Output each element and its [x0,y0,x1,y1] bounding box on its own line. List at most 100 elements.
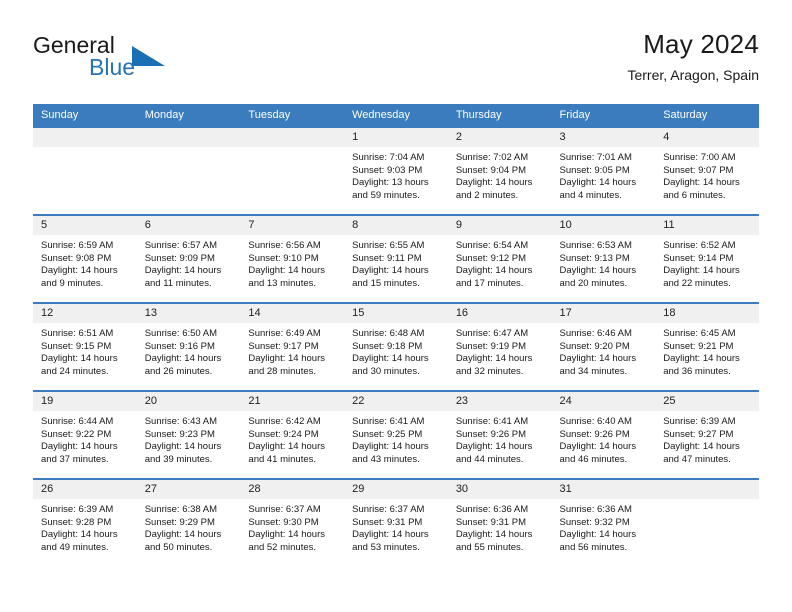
calendar-day-cell[interactable]: 20 Sunrise: 6:43 AM Sunset: 9:23 PM Dayligh… [136,390,241,479]
day-number: 23 [447,392,552,411]
daylight-duration-line2: and 28 minutes. [248,365,317,377]
day-cell-inner: 22 Sunrise: 6:41 AM Sunset: 9:25 PM Dayligh… [344,392,448,478]
day-number [655,480,759,499]
daylight-duration-line2: and 32 minutes. [455,365,524,377]
calendar-day-cell[interactable]: 9 Sunrise: 6:54 AM Sunset: 9:12 PM Daylight… [447,214,552,303]
calendar-day-cell[interactable]: 2 Sunrise: 7:02 AM Sunset: 9:04 PM Daylight… [447,126,552,215]
day-number: 14 [240,304,345,323]
day-number: 8 [344,216,448,235]
day-number: 19 [33,392,137,411]
calendar-day-cell[interactable]: 29 Sunrise: 6:37 AM Sunset: 9:31 PM Dayligh… [344,478,448,567]
calendar-day-cell[interactable]: 31 Sunrise: 6:36 AM Sunset: 9:32 PM Dayligh… [551,478,656,567]
sunset-time: Sunset: 9:31 PM [352,516,423,528]
calendar-day-cell[interactable]: 19 Sunrise: 6:44 AM Sunset: 9:22 PM Dayligh… [33,390,137,479]
weekday-header-thursday: Thursday [447,104,552,127]
day-cell-inner: 23 Sunrise: 6:41 AM Sunset: 9:26 PM Dayligh… [447,392,552,478]
calendar-day-cell[interactable]: 12 Sunrise: 6:51 AM Sunset: 9:15 PM Dayligh… [33,302,137,391]
day-cell-details: Sunrise: 6:36 AM Sunset: 9:31 PM Daylight:… [448,499,552,554]
daylight-duration-line2: and 53 minutes. [352,541,420,553]
daylight-duration-line1: Daylight: 14 hours [559,441,637,453]
day-number: 30 [447,480,552,499]
sunset-time: Sunset: 9:30 PM [248,516,319,528]
day-number: 18 [655,304,759,323]
sunrise-time: Sunrise: 6:47 AM [455,328,529,339]
calendar-day-cell[interactable]: 26 Sunrise: 6:39 AM Sunset: 9:28 PM Dayligh… [33,478,137,567]
day-cell-inner: 12 Sunrise: 6:51 AM Sunset: 9:15 PM Dayligh… [33,304,137,390]
calendar-day-cell[interactable]: 28 Sunrise: 6:37 AM Sunset: 9:30 PM Dayligh… [240,478,345,567]
day-cell-details: Sunrise: 6:42 AM Sunset: 9:24 PM Daylight:… [240,411,344,466]
day-cell-details: Sunrise: 6:37 AM Sunset: 9:31 PM Daylight:… [344,499,448,554]
calendar-day-cell[interactable]: 8 Sunrise: 6:55 AM Sunset: 9:11 PM Daylight… [344,214,448,303]
day-number: 1 [344,128,448,147]
daylight-duration-line2: and 22 minutes. [663,277,731,289]
sunset-time: Sunset: 9:32 PM [559,516,630,528]
calendar-day-cell[interactable]: 24 Sunrise: 6:40 AM Sunset: 9:26 PM Dayligh… [551,390,656,479]
calendar-day-cell[interactable]: 5 Sunrise: 6:59 AM Sunset: 9:08 PM Daylight… [33,214,137,303]
calendar-day-cell[interactable]: 7 Sunrise: 6:56 AM Sunset: 9:10 PM Daylight… [240,214,345,303]
calendar-day-cell[interactable]: 30 Sunrise: 6:36 AM Sunset: 9:31 PM Dayligh… [447,478,552,567]
calendar-day-cell[interactable]: 22 Sunrise: 6:41 AM Sunset: 9:25 PM Dayligh… [344,390,448,479]
day-number: 10 [551,216,656,235]
day-cell-inner: 28 Sunrise: 6:37 AM Sunset: 9:30 PM Dayligh… [240,480,345,566]
day-cell-details: Sunrise: 6:39 AM Sunset: 9:27 PM Daylight:… [655,411,759,466]
day-number: 22 [344,392,448,411]
day-cell-details: Sunrise: 6:55 AM Sunset: 9:11 PM Daylight:… [344,235,448,290]
day-cell-inner: 14 Sunrise: 6:49 AM Sunset: 9:17 PM Dayligh… [240,304,345,390]
sunrise-time: Sunrise: 6:38 AM [144,504,218,515]
calendar-day-cell[interactable]: 16 Sunrise: 6:47 AM Sunset: 9:19 PM Dayligh… [447,302,552,391]
calendar-day-cell-empty [655,478,759,567]
calendar-day-cell[interactable]: 4 Sunrise: 7:00 AM Sunset: 9:07 PM Daylight… [655,126,759,215]
general-blue-logo[interactable]: General Blue [33,32,233,88]
sunrise-time: Sunrise: 6:51 AM [41,328,114,339]
day-cell-inner: 5 Sunrise: 6:59 AM Sunset: 9:08 PM Daylight… [33,216,137,302]
logo-triangle-icon [132,46,165,66]
day-number [136,128,241,147]
day-cell-details: Sunrise: 6:57 AM Sunset: 9:09 PM Daylight:… [137,235,241,290]
calendar-day-cell[interactable]: 11 Sunrise: 6:52 AM Sunset: 9:14 PM Dayligh… [655,214,759,303]
sunset-time: Sunset: 9:31 PM [455,516,527,528]
day-number: 17 [551,304,656,323]
day-cell-inner: 30 Sunrise: 6:36 AM Sunset: 9:31 PM Dayligh… [447,480,552,566]
day-cell-inner [136,128,241,214]
sunset-time: Sunset: 9:27 PM [663,428,734,440]
day-number: 3 [551,128,656,147]
sunset-time: Sunset: 9:18 PM [352,340,423,352]
sunrise-time: Sunrise: 6:41 AM [352,416,425,427]
sunrise-time: Sunrise: 6:49 AM [248,328,321,339]
sunset-time: Sunset: 9:14 PM [663,252,734,264]
daylight-duration-line1: Daylight: 14 hours [144,441,222,453]
day-cell-inner: 16 Sunrise: 6:47 AM Sunset: 9:19 PM Dayligh… [447,304,552,390]
sunrise-time: Sunrise: 6:40 AM [559,416,632,427]
calendar-day-cell[interactable]: 21 Sunrise: 6:42 AM Sunset: 9:24 PM Dayligh… [240,390,345,479]
calendar-day-cell[interactable]: 6 Sunrise: 6:57 AM Sunset: 9:09 PM Daylight… [136,214,241,303]
sunset-time: Sunset: 9:22 PM [41,428,112,440]
weekday-header-tuesday: Tuesday [240,104,345,127]
calendar-day-cell[interactable]: 25 Sunrise: 6:39 AM Sunset: 9:27 PM Dayligh… [655,390,759,479]
calendar-page: General Blue May 2024 Terrer, Aragon, Sp… [0,0,792,612]
calendar-day-cell[interactable]: 27 Sunrise: 6:38 AM Sunset: 9:29 PM Dayligh… [136,478,241,567]
weekday-header-row: Sunday Monday Tuesday Wednesday Thursday Frid… [33,104,759,127]
calendar-day-cell[interactable]: 13 Sunrise: 6:50 AM Sunset: 9:16 PM Dayligh… [136,302,241,391]
day-number: 24 [551,392,656,411]
daylight-duration-line2: and 44 minutes. [455,453,524,465]
calendar-day-cell[interactable]: 23 Sunrise: 6:41 AM Sunset: 9:26 PM Dayligh… [447,390,552,479]
sunrise-time: Sunrise: 6:53 AM [559,240,632,251]
day-number [33,128,137,147]
day-number: 27 [136,480,241,499]
sunset-time: Sunset: 9:09 PM [144,252,215,264]
calendar-day-cell[interactable]: 14 Sunrise: 6:49 AM Sunset: 9:17 PM Dayligh… [240,302,345,391]
calendar-day-cell[interactable]: 15 Sunrise: 6:48 AM Sunset: 9:18 PM Dayligh… [344,302,448,391]
calendar-day-cell[interactable]: 10 Sunrise: 6:53 AM Sunset: 9:13 PM Dayligh… [551,214,656,303]
calendar-table: Sunday Monday Tuesday Wednesday Thursday Frid… [33,104,759,567]
calendar-day-cell[interactable]: 17 Sunrise: 6:46 AM Sunset: 9:20 PM Dayligh… [551,302,656,391]
day-cell-details: Sunrise: 6:40 AM Sunset: 9:26 PM Daylight:… [552,411,656,466]
calendar-day-cell[interactable]: 18 Sunrise: 6:45 AM Sunset: 9:21 PM Dayligh… [655,302,759,391]
day-cell-inner: 27 Sunrise: 6:38 AM Sunset: 9:29 PM Dayligh… [136,480,241,566]
daylight-duration-line2: and 47 minutes. [663,453,731,465]
calendar-day-cell[interactable]: 1 Sunrise: 7:04 AM Sunset: 9:03 PM Daylight… [344,126,448,215]
sunrise-time: Sunrise: 6:44 AM [41,416,114,427]
calendar-day-cell[interactable]: 3 Sunrise: 7:01 AM Sunset: 9:05 PM Daylight… [551,126,656,215]
daylight-duration-line2: and 30 minutes. [352,365,420,377]
daylight-duration-line2: and 6 minutes. [663,189,726,201]
day-cell-inner: 31 Sunrise: 6:36 AM Sunset: 9:32 PM Dayligh… [551,480,656,566]
